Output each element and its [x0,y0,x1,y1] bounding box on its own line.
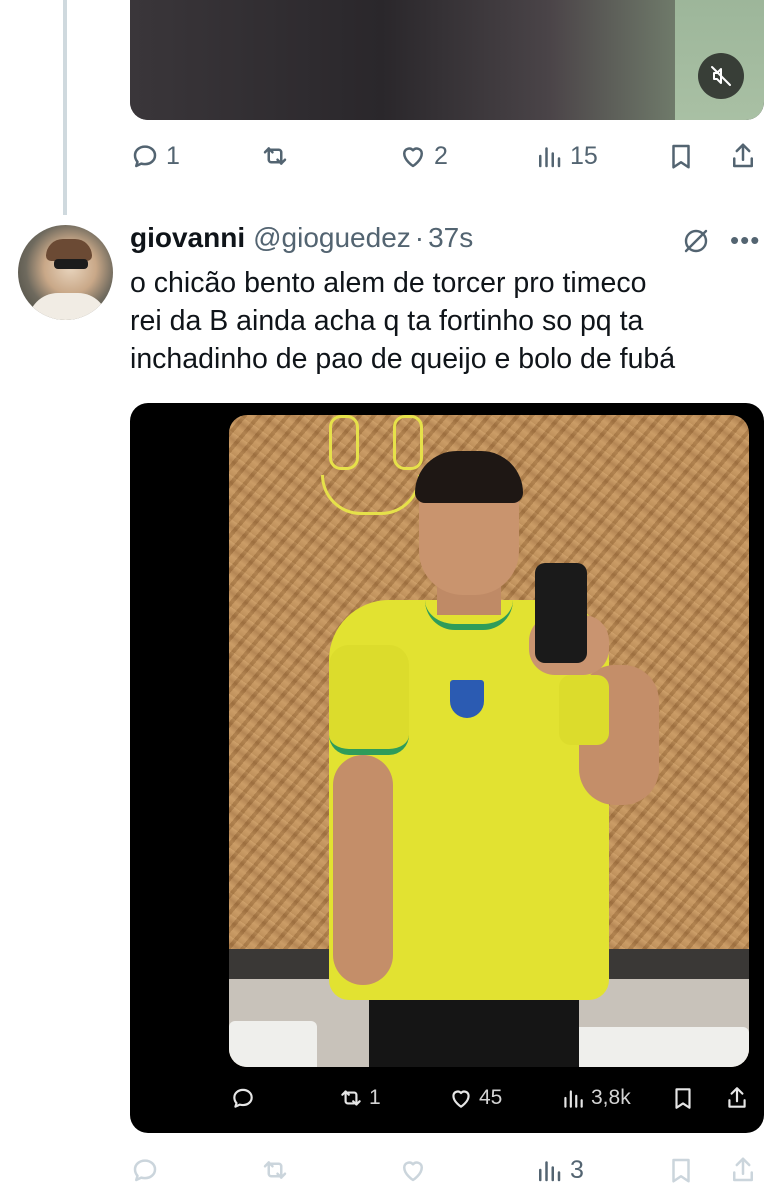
tweet-actions: 3 [130,1150,764,1190]
previous-tweet-video[interactable] [130,0,764,120]
speaker-muted-icon [711,66,731,86]
reply-icon [233,1088,253,1108]
avatar-hair [46,239,92,261]
jersey-crest [447,677,487,721]
timestamp[interactable]: 37s [428,222,473,254]
person-sleeve [329,645,409,755]
tweet-header: giovanni @gioguedez · 37s [130,222,473,258]
mirror-selfie-photo [229,415,749,1067]
views-button[interactable]: 3 [534,1150,584,1190]
more-options-icon[interactable]: ••• [730,227,764,253]
retweet-icon [263,147,287,165]
mute-button[interactable] [698,53,744,99]
avatar[interactable] [18,225,113,320]
tweet-media-image[interactable]: 1 45 3,8k [130,403,764,1133]
views-count: 15 [570,141,598,170]
share-icon [733,1157,753,1182]
tweet-text: o chicão bento alem de torcer pro timeco… [130,264,770,378]
retweet-button[interactable] [260,136,296,176]
like-count: 2 [434,141,448,170]
neon-sign [393,415,423,470]
reply-icon [133,145,157,168]
person-sleeve [559,675,609,745]
heart-icon [403,1161,423,1182]
like-button[interactable]: 2 [398,136,448,176]
separator-dot: · [414,222,425,253]
reply-button[interactable]: 1 [130,136,180,176]
embedded-like-count: 45 [479,1086,503,1109]
retweet-icon [263,1161,287,1179]
share-icon [728,1087,746,1108]
grok-icon[interactable] [680,225,712,257]
views-count: 3 [570,1155,584,1184]
tweet-text-line: inchadinho de pao de queijo e bolo de fu… [130,343,676,375]
person-arm [333,755,393,985]
tweet-text-line: o chicão bento alem de torcer pro timeco [130,267,647,299]
reply-count: 1 [166,141,180,170]
avatar-shirt [28,293,108,320]
bookmark-icon [672,144,690,169]
bookmark-button[interactable] [666,1150,696,1190]
display-name[interactable]: giovanni [130,222,245,254]
heart-icon [403,147,423,168]
retweet-button[interactable] [260,1150,296,1190]
tweet-text-line: rei da B ainda acha q ta fortinho so pq … [130,305,644,337]
share-button[interactable] [728,136,758,176]
sink-left [229,1021,317,1067]
like-button[interactable] [398,1150,434,1190]
embedded-views: 3,8k [560,1078,631,1118]
views-icon [539,147,561,168]
bookmark-icon [675,1088,691,1109]
views-icon [564,1090,583,1108]
reply-button[interactable] [130,1150,166,1190]
embedded-views-count: 3,8k [591,1086,631,1109]
previous-tweet-actions: 1 2 15 [130,136,764,176]
bookmark-icon [672,1158,690,1183]
share-button[interactable] [728,1150,758,1190]
share-icon [733,143,753,168]
video-frame-mid [550,0,675,120]
neon-sign [329,415,359,470]
embedded-reply [230,1078,261,1118]
video-frame-dark [130,0,550,120]
embedded-like: 45 [448,1078,502,1118]
thread-line [63,0,67,215]
views-button[interactable]: 15 [534,136,598,176]
user-handle[interactable]: @gioguedez [253,222,411,254]
person-phone [535,563,587,663]
embedded-share [724,1078,750,1118]
embedded-retweet-count: 1 [369,1086,381,1109]
embedded-retweet: 1 [338,1078,381,1118]
embedded-tweet-actions: 1 45 3,8k [130,1078,764,1118]
avatar-sunglasses [54,259,88,269]
embedded-bookmark [670,1078,696,1118]
views-icon [539,1161,561,1182]
bookmark-button[interactable] [666,136,696,176]
heart-icon [452,1090,470,1108]
reply-icon [133,1159,157,1182]
retweet-icon [341,1090,361,1106]
